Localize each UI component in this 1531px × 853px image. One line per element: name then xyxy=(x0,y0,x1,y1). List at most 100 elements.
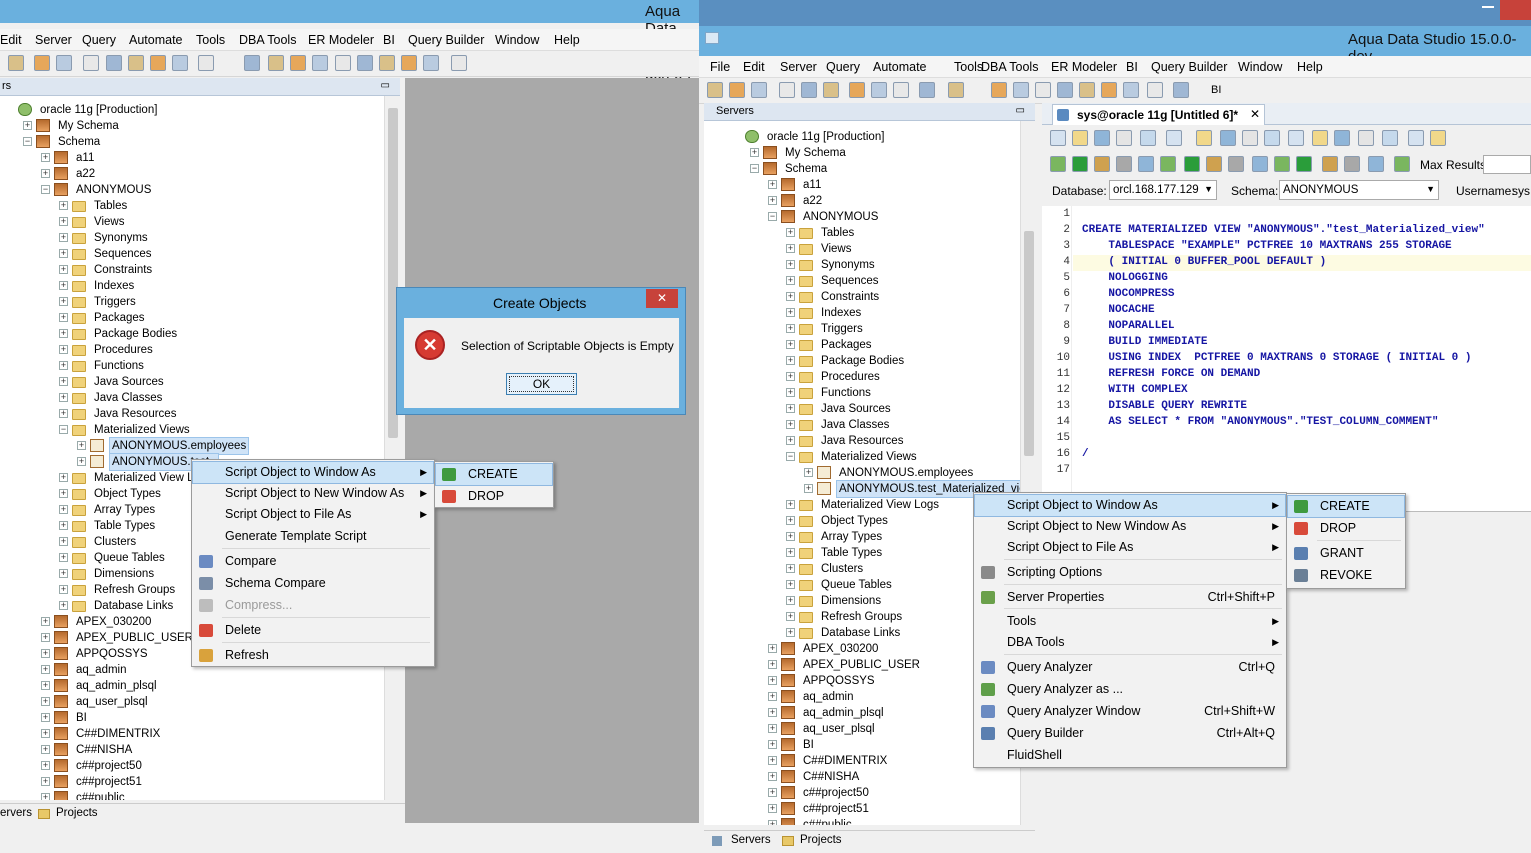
tree-row[interactable]: − Materialized Views xyxy=(0,422,384,438)
tree-row[interactable]: + Sequences xyxy=(0,246,384,262)
menu-window[interactable]: Window xyxy=(495,33,539,47)
tree-row[interactable]: + Sequences xyxy=(704,273,1020,289)
toolbar-button-icon[interactable] xyxy=(1206,156,1222,172)
expand-toggle-icon[interactable]: + xyxy=(768,180,777,189)
expand-toggle-icon[interactable]: + xyxy=(786,612,795,621)
tree-row[interactable]: + a11 xyxy=(704,177,1020,193)
tree-row[interactable]: + Tables xyxy=(704,225,1020,241)
expand-toggle-icon[interactable]: + xyxy=(41,713,50,722)
toolbar-button-icon[interactable] xyxy=(34,55,50,71)
toolbar-button-icon[interactable] xyxy=(1173,82,1189,98)
toolbar-button-icon[interactable] xyxy=(1312,130,1328,146)
tree-row[interactable]: + Constraints xyxy=(704,289,1020,305)
context-delete[interactable]: Delete xyxy=(193,620,433,641)
toolbar-button-icon[interactable] xyxy=(1160,156,1176,172)
toolbar-button-icon[interactable] xyxy=(707,82,723,98)
menu-help[interactable]: Help xyxy=(1297,60,1323,74)
submenu-drop[interactable]: DROP xyxy=(1288,518,1404,539)
menu-query-builder[interactable]: Query Builder xyxy=(1151,60,1227,74)
toolbar-button-icon[interactable] xyxy=(1072,156,1088,172)
expand-toggle-icon[interactable]: + xyxy=(786,372,795,381)
toolbar-button-icon[interactable] xyxy=(244,55,260,71)
expand-toggle-icon[interactable]: + xyxy=(768,196,777,205)
expand-toggle-icon[interactable]: + xyxy=(59,505,68,514)
expand-toggle-icon[interactable]: + xyxy=(786,292,795,301)
tree-row[interactable]: − Schema xyxy=(0,134,384,150)
toolbar-button-icon[interactable] xyxy=(1264,130,1280,146)
expand-toggle-icon[interactable]: + xyxy=(41,697,50,706)
toolbar-button-icon[interactable] xyxy=(1057,82,1073,98)
tree-row[interactable]: + Functions xyxy=(704,385,1020,401)
toolbar-button-icon[interactable] xyxy=(56,55,72,71)
expand-toggle-icon[interactable]: + xyxy=(59,473,68,482)
toolbar-button-icon[interactable] xyxy=(1035,82,1051,98)
menu-edit[interactable]: Edit xyxy=(0,33,22,47)
toolbar-button-icon[interactable] xyxy=(1252,156,1268,172)
expand-toggle-icon[interactable]: + xyxy=(786,260,795,269)
menu-query-builder[interactable]: Query Builder xyxy=(408,33,484,47)
expand-toggle-icon[interactable]: + xyxy=(59,393,68,402)
tab-projects[interactable]: Projects xyxy=(800,834,842,846)
maximize-panel-icon[interactable]: ▭ xyxy=(381,80,390,91)
submenu-create[interactable]: CREATE xyxy=(435,463,553,486)
tree-row[interactable]: + BI xyxy=(0,710,384,726)
bi-label[interactable]: BI xyxy=(1211,84,1221,96)
tree-row[interactable]: + Java Sources xyxy=(704,401,1020,417)
expand-toggle-icon[interactable]: − xyxy=(750,164,759,173)
expand-toggle-icon[interactable]: + xyxy=(786,228,795,237)
toolbar-button-icon[interactable] xyxy=(751,82,767,98)
tree-row[interactable]: + c##public xyxy=(704,817,1020,825)
tree-row[interactable]: + c##project51 xyxy=(0,774,384,790)
expand-toggle-icon[interactable]: + xyxy=(768,820,777,825)
expand-toggle-icon[interactable]: + xyxy=(768,772,777,781)
expand-toggle-icon[interactable]: − xyxy=(59,425,68,434)
tree-row[interactable]: + Java Sources xyxy=(0,374,384,390)
tree-row[interactable]: + Views xyxy=(0,214,384,230)
expand-toggle-icon[interactable]: + xyxy=(41,761,50,770)
expand-toggle-icon[interactable]: + xyxy=(41,169,50,178)
toolbar-button-icon[interactable] xyxy=(128,55,144,71)
tree-row[interactable]: + a22 xyxy=(704,193,1020,209)
toolbar-button-icon[interactable] xyxy=(423,55,439,71)
toolbar-button-icon[interactable] xyxy=(357,55,373,71)
context-query-analyzer-window[interactable]: Query Analyzer Window Ctrl+Shift+W xyxy=(975,701,1285,722)
tab-servers[interactable]: ervers xyxy=(0,807,32,819)
tree-row[interactable]: + Java Classes xyxy=(0,390,384,406)
toolbar-button-icon[interactable] xyxy=(451,55,467,71)
tree-row[interactable]: + c##project51 xyxy=(704,801,1020,817)
tree-row[interactable]: + My Schema xyxy=(0,118,384,134)
toolbar-button-icon[interactable] xyxy=(150,55,166,71)
toolbar-button-icon[interactable] xyxy=(1334,130,1350,146)
context-server-properties[interactable]: Server Properties Ctrl+Shift+P xyxy=(975,587,1285,608)
toolbar-button-icon[interactable] xyxy=(1116,156,1132,172)
submenu-drop[interactable]: DROP xyxy=(436,486,552,507)
menu-dba-tools[interactable]: DBA Tools xyxy=(239,33,296,47)
toolbar-button-icon[interactable] xyxy=(1196,130,1212,146)
toolbar-button-icon[interactable] xyxy=(919,82,935,98)
toolbar-button-icon[interactable] xyxy=(268,55,284,71)
context-query-analyzer-as[interactable]: Query Analyzer as ... xyxy=(975,679,1285,700)
tree-row[interactable]: + a11 xyxy=(0,150,384,166)
toolbar-button-icon[interactable] xyxy=(172,55,188,71)
expand-toggle-icon[interactable]: + xyxy=(59,521,68,530)
tree-row[interactable]: + Triggers xyxy=(704,321,1020,337)
expand-toggle-icon[interactable]: + xyxy=(59,489,68,498)
toolbar-button-icon[interactable] xyxy=(1147,82,1163,98)
menu-server[interactable]: Server xyxy=(780,60,817,74)
tree-row[interactable]: − ANONYMOUS xyxy=(704,209,1020,225)
toolbar-button-icon[interactable] xyxy=(1358,130,1374,146)
toolbar-button-icon[interactable] xyxy=(1382,130,1398,146)
menu-automate[interactable]: Automate xyxy=(129,33,183,47)
toolbar-button-icon[interactable] xyxy=(1368,156,1384,172)
close-tab-icon[interactable]: ✕ xyxy=(1250,107,1260,121)
expand-toggle-icon[interactable]: + xyxy=(59,265,68,274)
expand-toggle-icon[interactable]: + xyxy=(786,500,795,509)
submenu-grant[interactable]: GRANT xyxy=(1288,543,1404,564)
expand-toggle-icon[interactable]: + xyxy=(786,628,795,637)
tree-row[interactable]: + Packages xyxy=(704,337,1020,353)
tree-row[interactable]: + Tables xyxy=(0,198,384,214)
tree-row[interactable]: + Indexes xyxy=(704,305,1020,321)
toolbar-button-icon[interactable] xyxy=(729,82,745,98)
expand-toggle-icon[interactable]: + xyxy=(41,681,50,690)
menu-dba-tools[interactable]: DBA Tools xyxy=(981,60,1038,74)
